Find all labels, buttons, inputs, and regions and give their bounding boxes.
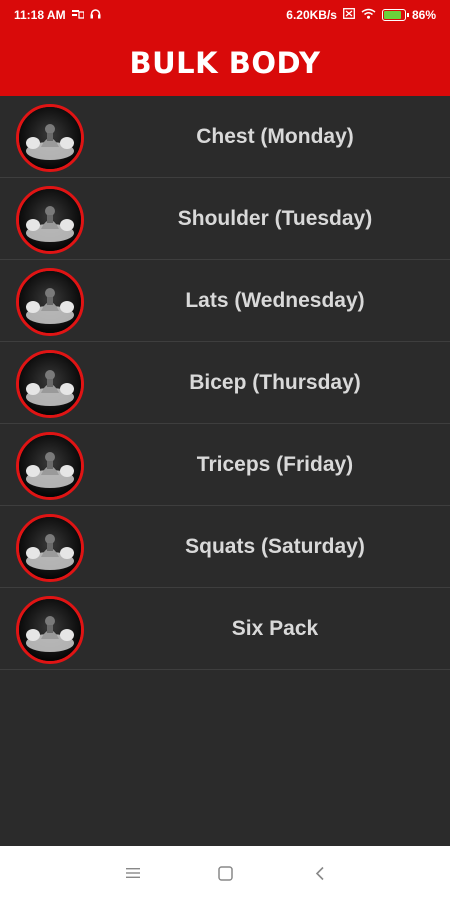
menu-button[interactable] bbox=[103, 846, 163, 900]
bodybuilder-avatar-icon bbox=[16, 268, 84, 336]
home-icon bbox=[217, 865, 233, 881]
workout-label: Triceps (Friday) bbox=[196, 452, 354, 476]
workout-item[interactable]: Bicep (Thursday) bbox=[0, 342, 450, 424]
workout-label: Bicep (Thursday) bbox=[189, 370, 361, 394]
bodybuilder-avatar-icon bbox=[16, 186, 84, 254]
bodybuilder-avatar-icon bbox=[16, 596, 84, 664]
app-bar: BULK BODY bbox=[0, 30, 450, 96]
workout-label: Chest (Monday) bbox=[196, 124, 354, 148]
workout-item[interactable]: Chest (Monday) bbox=[0, 96, 450, 178]
battery-icon bbox=[381, 9, 409, 21]
workout-item[interactable]: Lats (Wednesday) bbox=[0, 260, 450, 342]
workout-item[interactable]: Shoulder (Tuesday) bbox=[0, 178, 450, 260]
workout-label: Six Pack bbox=[231, 616, 319, 640]
wifi-icon bbox=[361, 8, 376, 22]
status-bar: 11:18 AM 6.20KB/s 86% bbox=[0, 0, 450, 30]
battery-level bbox=[383, 11, 402, 19]
workout-item[interactable]: Triceps (Friday) bbox=[0, 424, 450, 506]
home-button[interactable] bbox=[195, 846, 255, 900]
back-icon bbox=[315, 866, 325, 881]
back-button[interactable] bbox=[290, 846, 350, 900]
bodybuilder-avatar-icon bbox=[16, 350, 84, 418]
workout-label: Lats (Wednesday) bbox=[185, 288, 365, 312]
navigation-bar bbox=[0, 846, 450, 900]
status-time: 11:18 AM bbox=[14, 8, 66, 22]
headphones-icon bbox=[90, 8, 101, 22]
battery-percent: 86% bbox=[411, 8, 436, 22]
app-title: BULK BODY bbox=[129, 46, 321, 80]
workout-label: Squats (Saturday) bbox=[185, 534, 365, 558]
bodybuilder-avatar-icon bbox=[16, 514, 84, 582]
data-saver-icon bbox=[71, 9, 85, 22]
bodybuilder-avatar-icon bbox=[16, 104, 84, 172]
workout-label: Shoulder (Tuesday) bbox=[177, 206, 373, 230]
workout-item[interactable]: Squats (Saturday) bbox=[0, 506, 450, 588]
sim-off-icon bbox=[343, 8, 355, 22]
bodybuilder-avatar-icon bbox=[16, 432, 84, 500]
workout-item[interactable]: Six Pack bbox=[0, 588, 450, 670]
network-speed: 6.20KB/s bbox=[286, 8, 337, 22]
menu-icon bbox=[126, 867, 140, 879]
workout-list: Chest (Monday) Shoulder (Tuesday) Lats (… bbox=[0, 96, 450, 846]
